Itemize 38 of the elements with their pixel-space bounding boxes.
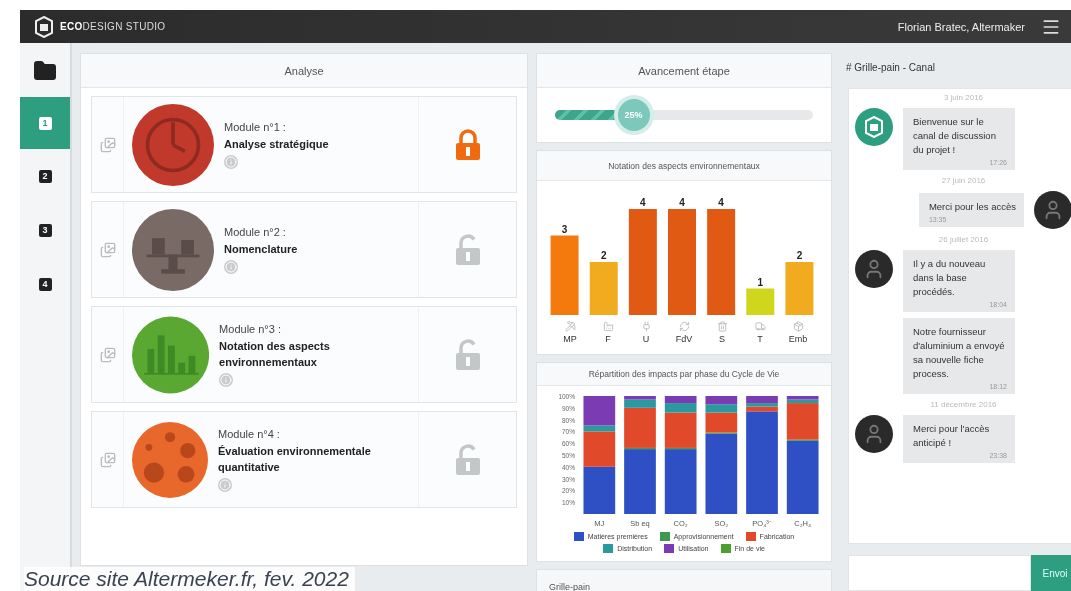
message-text: Notre fournisseur d'aluminium a envoyé sa nouvelle fiche process. — [913, 325, 1006, 381]
category-label: F — [605, 334, 611, 344]
chart-title: Notation des aspects environnementaux — [537, 151, 831, 181]
bar-value: 4 — [679, 197, 685, 208]
category-label: U — [642, 334, 650, 344]
source-caption: Source site Altermeker.fr, fev. 2022 — [24, 567, 355, 591]
module-number: Module n°4 : — [218, 427, 281, 440]
bar-value: 4 — [640, 197, 646, 208]
panel-title: Avancement étape — [537, 54, 831, 88]
module-title: Analyse stratégique — [224, 136, 329, 152]
message-text: Merci pour les accès — [928, 200, 1016, 214]
channel-title: # Grille-pain - Canal — [846, 61, 935, 73]
bar-value: 2 — [796, 250, 803, 261]
user-name: Florian Bratec, Altermaker — [897, 20, 1025, 33]
category-label: FdV — [675, 334, 693, 344]
module-title: Nomenclature — [224, 241, 298, 257]
message-text: Merci pour l'accès anticipé ! — [913, 422, 991, 450]
chart-title: Répartition des impacts par phase du Cycle de Vie — [537, 363, 831, 386]
category-label: S — [719, 334, 725, 344]
module-title: Notation des aspects environnementaux — [219, 338, 331, 370]
bar-value: 1 — [757, 276, 764, 288]
module-title: Évaluation environnementale quantitative — [218, 443, 372, 475]
date-separator: 11 décembre 2016 — [930, 400, 997, 409]
bar-value: 3 — [561, 223, 568, 235]
brand-name: ECODESIGN STUDIO — [60, 21, 167, 32]
module-number: Module n°2 : — [224, 225, 287, 238]
date-separator: 26 juillet 2016 — [938, 235, 989, 244]
message-text: Il y a du nouveau dans la base procédés. — [913, 257, 987, 299]
bar-value: 2 — [600, 250, 607, 261]
progress-badge: 25% — [617, 99, 650, 131]
category-label: T — [757, 334, 763, 344]
message-text: Bienvenue sur le canal de discussion du projet ! — [913, 115, 997, 157]
bar-value: 4 — [718, 197, 724, 208]
module-number: Module n°1 : — [224, 120, 287, 133]
category-label: Emb — [788, 334, 808, 344]
module-number: Module n°3 : — [219, 322, 282, 335]
panel-title: Analyse — [81, 54, 527, 88]
category-label: MP — [563, 334, 577, 344]
